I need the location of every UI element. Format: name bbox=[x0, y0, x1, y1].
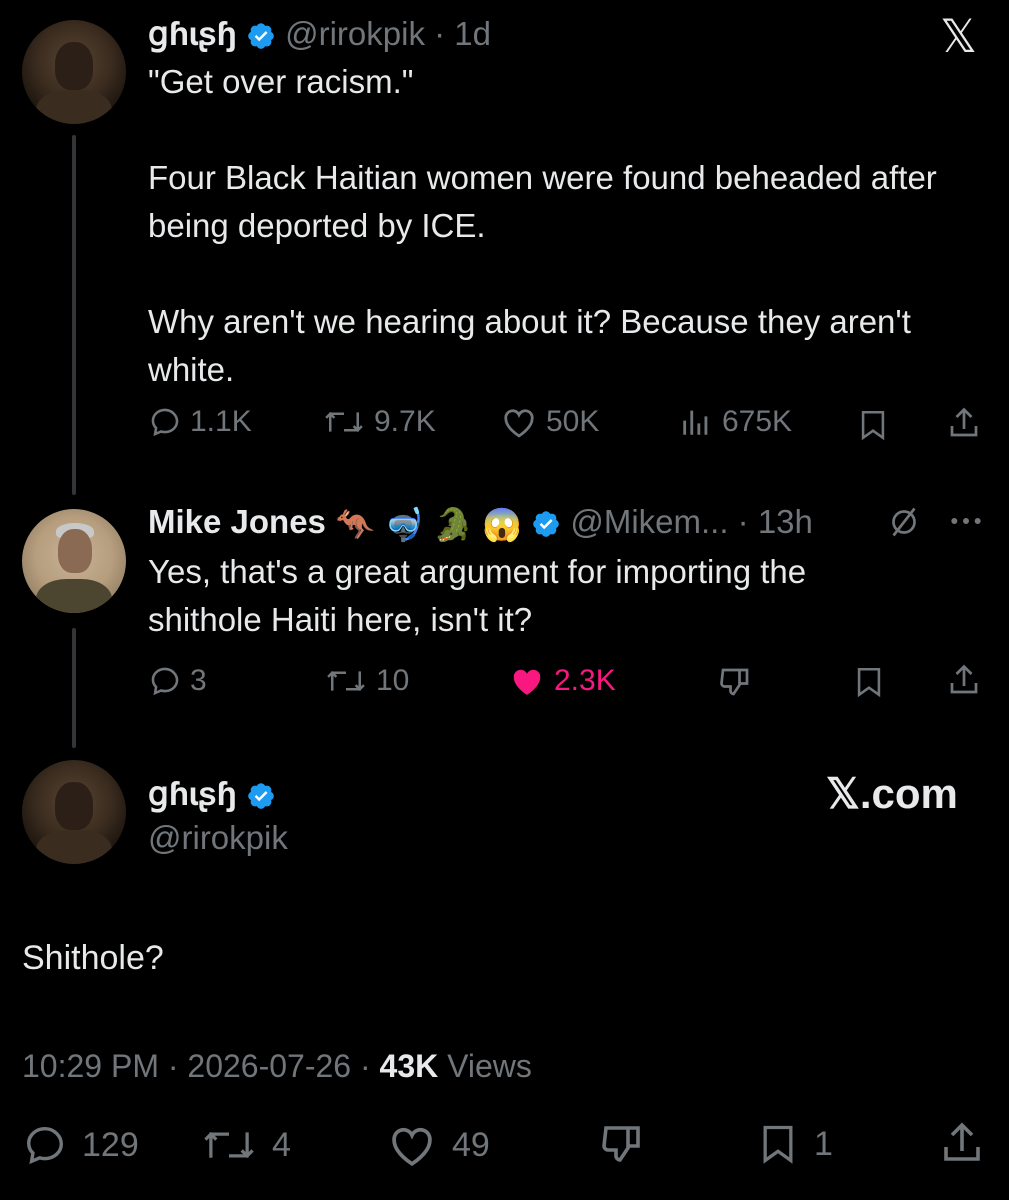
display-name[interactable]: ցɦɩʂɧ bbox=[148, 775, 237, 812]
tweet-date[interactable]: 2026-07-26 bbox=[187, 1048, 351, 1084]
like-button[interactable]: 50K bbox=[500, 405, 599, 439]
views-icon bbox=[683, 410, 708, 435]
share-icon bbox=[944, 1122, 980, 1161]
downvote-button[interactable] bbox=[598, 1120, 646, 1168]
repost-count: 4 bbox=[272, 1125, 291, 1164]
handle[interactable]: @rirokpik bbox=[148, 818, 288, 858]
like-count: 2.3K bbox=[554, 664, 616, 697]
repost-button[interactable]: 9.7K bbox=[322, 405, 436, 439]
bookmark-icon bbox=[857, 667, 881, 698]
repost-button[interactable]: 10 bbox=[324, 664, 409, 698]
diving-mask-emoji: 🤿 bbox=[384, 506, 424, 543]
tweet-header: Mike Jones 🦘 🤿 🐊 😱 @Mikem... · 13h bbox=[148, 500, 813, 546]
like-count: 50K bbox=[546, 405, 600, 438]
views-count: 43K bbox=[379, 1048, 439, 1084]
share-button[interactable] bbox=[938, 1118, 986, 1168]
tweet-text: Shithole? bbox=[22, 939, 164, 977]
grok-icon[interactable] bbox=[886, 504, 922, 545]
kangaroo-emoji: 🦘 bbox=[335, 506, 375, 543]
reply-button[interactable]: 1.1K bbox=[148, 405, 252, 439]
reply-icon bbox=[151, 667, 179, 696]
avatar[interactable] bbox=[22, 509, 126, 613]
views-button[interactable]: 675K bbox=[678, 405, 792, 439]
repost-count: 10 bbox=[376, 664, 410, 697]
repost-icon bbox=[327, 670, 365, 692]
tweet-header: ցɦɩʂɧ @rirokpik · 1d bbox=[148, 14, 491, 54]
like-count: 49 bbox=[452, 1125, 490, 1164]
tweet-header: ցɦɩʂɧ bbox=[148, 774, 276, 814]
tweet-time[interactable]: 10:29 PM bbox=[22, 1048, 159, 1084]
reply-count: 1.1K bbox=[190, 405, 252, 438]
bookmark-icon bbox=[763, 1125, 793, 1164]
reply-icon bbox=[151, 408, 179, 437]
repost-count: 9.7K bbox=[374, 405, 436, 438]
share-icon bbox=[950, 664, 978, 694]
reply-count: 3 bbox=[190, 664, 207, 697]
verified-badge-icon bbox=[248, 23, 274, 50]
display-name[interactable]: ցɦɩʂɧ bbox=[148, 15, 237, 52]
repost-icon bbox=[204, 1131, 254, 1159]
tweet-text: Yes, that's a great argument for importi… bbox=[148, 553, 807, 638]
repost-icon bbox=[325, 411, 363, 433]
views-label: Views bbox=[447, 1048, 532, 1084]
share-button[interactable] bbox=[946, 405, 982, 441]
bookmark-button[interactable]: 1 bbox=[756, 1120, 833, 1168]
like-icon bbox=[513, 669, 541, 695]
display-name[interactable]: Mike Jones bbox=[148, 503, 326, 540]
more-icon[interactable] bbox=[946, 506, 986, 541]
reply-count: 129 bbox=[82, 1125, 139, 1164]
tweet-text: "Get over racism." Four Black Haitian wo… bbox=[148, 63, 937, 388]
views-count: 675K bbox=[722, 405, 793, 438]
bookmark-icon bbox=[861, 410, 885, 441]
share-icon bbox=[950, 407, 978, 437]
like-icon bbox=[504, 409, 534, 438]
avatar[interactable] bbox=[22, 20, 126, 124]
downvote-icon bbox=[602, 1126, 640, 1162]
repost-button[interactable]: 4 bbox=[200, 1122, 291, 1168]
avatar[interactable] bbox=[22, 760, 126, 864]
downvote-icon bbox=[720, 668, 749, 696]
like-icon bbox=[392, 1127, 432, 1167]
thread-line-1 bbox=[72, 135, 76, 495]
tweet-meta: 10:29 PM · 2026-07-26 · 43K Views bbox=[22, 1048, 532, 1084]
bookmark-button[interactable] bbox=[856, 407, 890, 443]
reply-button[interactable]: 3 bbox=[148, 664, 207, 698]
handle-time[interactable]: @rirokpik · 1d bbox=[285, 15, 491, 52]
downvote-button[interactable] bbox=[716, 664, 754, 700]
reply-icon bbox=[26, 1126, 64, 1165]
reply-button[interactable]: 129 bbox=[22, 1122, 139, 1168]
thread-line-2 bbox=[72, 628, 76, 748]
verified-badge-icon bbox=[248, 783, 274, 810]
share-button[interactable] bbox=[946, 662, 982, 698]
bookmark-count: 1 bbox=[814, 1124, 833, 1163]
watermark: 𝕏.com bbox=[826, 770, 958, 817]
like-button[interactable]: 49 bbox=[386, 1122, 490, 1168]
verified-badge-icon bbox=[533, 511, 559, 538]
x-logo-icon[interactable]: 𝕏 bbox=[940, 12, 977, 60]
crocodile-emoji: 🐊 bbox=[433, 506, 473, 543]
bookmark-button[interactable] bbox=[852, 664, 886, 700]
handle-time[interactable]: @Mikem... · 13h bbox=[570, 503, 813, 540]
screaming-face-emoji: 😱 bbox=[482, 506, 522, 543]
like-button[interactable]: 2.3K bbox=[508, 664, 616, 698]
